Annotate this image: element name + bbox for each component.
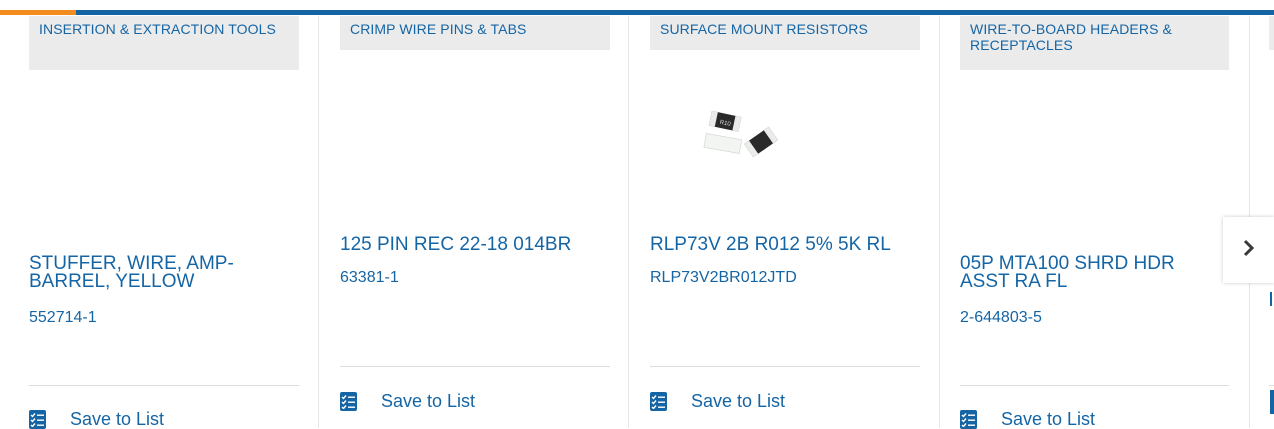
chevron-right-icon: [1243, 239, 1255, 262]
part-number[interactable]: 63381-1: [340, 269, 399, 287]
product-name[interactable]: RLP73V 2B R012 5% 5K RL: [650, 235, 920, 254]
part-number[interactable]: RLP73V2BR012JTD: [650, 269, 797, 287]
product-name[interactable]: 05P MTA100 SHRD HDR ASST RA FL: [960, 254, 1210, 291]
product-card: WIRE-TO-BOARD HEADERS & RECEPTACLES 05P …: [960, 16, 1229, 429]
category-label[interactable]: INSERTION & EXTRACTION TOOLS: [29, 16, 299, 70]
save-to-list-button[interactable]: Save to List: [650, 391, 785, 411]
card-divider: [29, 385, 299, 386]
checklist-icon: [29, 409, 46, 429]
card-separator: [628, 16, 629, 428]
active-page-indicator: [0, 10, 76, 15]
save-to-list-label: Save to List: [1001, 409, 1096, 429]
resistor-image[interactable]: R10: [696, 104, 786, 169]
product-name-partial: [1270, 292, 1272, 306]
carousel-next-button[interactable]: [1223, 217, 1274, 283]
card-separator: [939, 16, 940, 428]
save-to-list-button[interactable]: Save to List: [340, 391, 475, 411]
checklist-icon: [340, 391, 357, 411]
checklist-icon: [960, 409, 977, 429]
card-separator: [318, 16, 319, 428]
product-card: CRIMP WIRE PINS & TABS 125 PIN REC 22-18…: [340, 16, 610, 428]
card-divider: [1269, 385, 1274, 386]
product-card: INSERTION & EXTRACTION TOOLS STUFFER, WI…: [29, 16, 299, 429]
checklist-icon: [650, 391, 667, 411]
save-to-list-button[interactable]: Save to List: [960, 409, 1095, 429]
category-label[interactable]: WIRE-TO-BOARD HEADERS & RECEPTACLES: [960, 16, 1229, 70]
part-number[interactable]: 552714-1: [29, 309, 97, 327]
category-label[interactable]: CRIMP WIRE PINS & TABS: [340, 16, 610, 50]
card-divider: [650, 366, 920, 367]
product-name[interactable]: STUFFER, WIRE, AMP-BARREL, YELLOW: [29, 254, 299, 291]
save-to-list-label: Save to List: [691, 391, 786, 411]
part-number[interactable]: 2-644803-5: [960, 309, 1042, 327]
card-divider: [960, 385, 1229, 386]
product-name[interactable]: 125 PIN REC 22-18 014BR: [340, 235, 610, 254]
save-to-list-label: Save to List: [70, 409, 165, 429]
save-to-list-label: Save to List: [381, 391, 476, 411]
card-divider: [340, 366, 610, 367]
save-to-list-button-partial[interactable]: [1270, 390, 1274, 414]
save-to-list-button[interactable]: Save to List: [29, 409, 164, 429]
carousel-top-bar: [0, 10, 1274, 15]
category-label-partial: [1269, 16, 1274, 50]
category-label[interactable]: SURFACE MOUNT RESISTORS: [650, 16, 920, 50]
product-card: SURFACE MOUNT RESISTORS R10 RLP73V 2B R0…: [650, 16, 920, 428]
